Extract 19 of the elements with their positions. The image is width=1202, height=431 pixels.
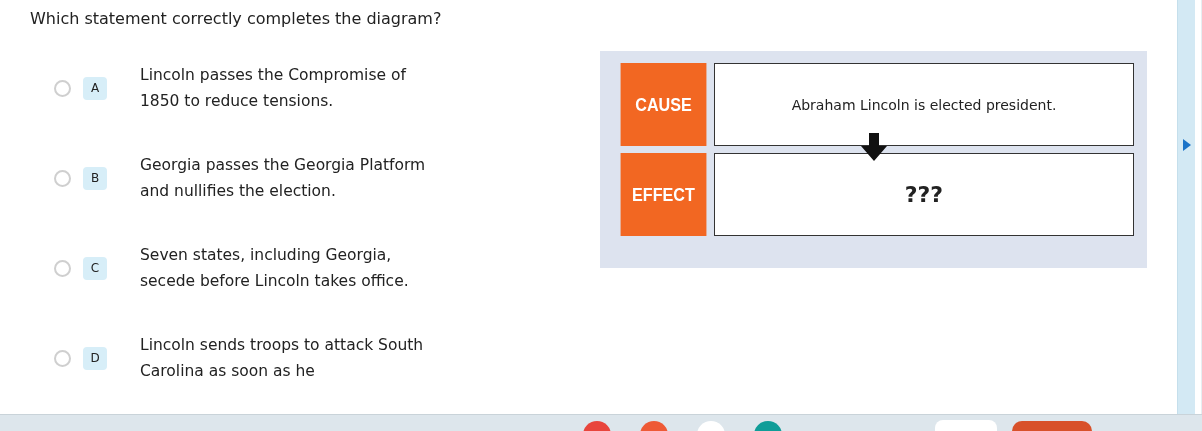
option-letter: A: [83, 76, 107, 100]
radio-button[interactable]: [54, 79, 71, 97]
diagram-label: EFFECT: [620, 153, 707, 236]
option-letter: D: [83, 346, 107, 370]
option-text[interactable]: Lincoln passes the Compromise of 1850 to reduce tensions.: [140, 62, 440, 114]
radio-button[interactable]: [54, 259, 71, 277]
expand-arrow-icon[interactable]: [1182, 139, 1191, 151]
option-text[interactable]: Seven states, including Georgia, secede before Lincoln takes office.: [140, 242, 440, 294]
option-text[interactable]: Lincoln sends troops to attack South Carolina as soon as he: [140, 332, 440, 384]
down-arrow-icon: [860, 133, 887, 161]
radio-button[interactable]: [54, 349, 71, 367]
radio-button[interactable]: [54, 169, 71, 187]
diagram-statement: ???: [714, 153, 1134, 236]
diagram-statement: Abraham Lincoln is elected president.: [714, 63, 1134, 146]
question-text: Which statement correctly completes the diagram?: [30, 9, 443, 28]
option-letter: B: [83, 166, 107, 190]
option-text[interactable]: Georgia passes the Georgia Platform and nullifies the election.: [140, 152, 440, 204]
diagram-label: CAUSE: [620, 63, 707, 146]
option-letter: C: [83, 256, 107, 280]
